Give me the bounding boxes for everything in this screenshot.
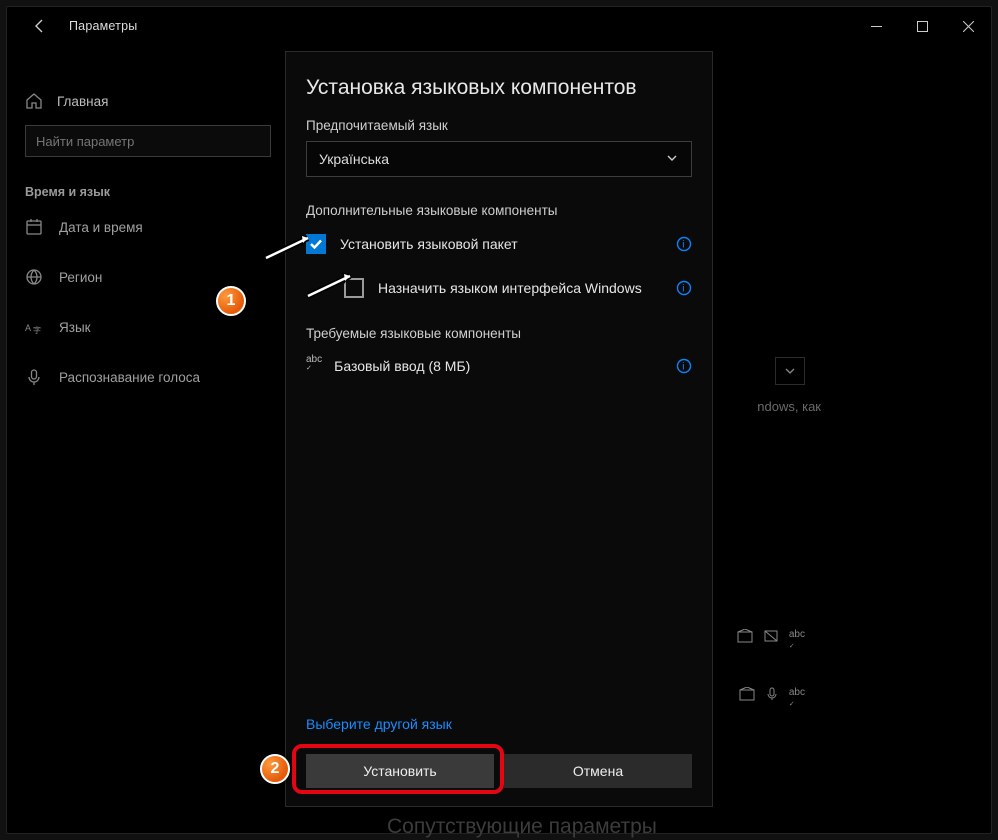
preferred-language-value: Українська	[319, 151, 389, 167]
sidebar-home-label: Главная	[57, 94, 108, 109]
cancel-button[interactable]: Отмена	[504, 754, 692, 788]
sidebar-section-heading: Время и язык	[25, 185, 275, 199]
svg-text:i: i	[682, 240, 684, 251]
svg-text:i: i	[682, 362, 684, 373]
svg-text:i: i	[682, 284, 684, 295]
set-display-label: Назначить языком интерфейса Windows	[378, 280, 642, 296]
required-item-label: Базовый ввод (8 МБ)	[334, 358, 470, 374]
sidebar-home[interactable]: Главная	[25, 81, 275, 121]
option-install-language-pack: Установить языковой пакет i	[306, 232, 692, 256]
sidebar-item-label: Распознавание голоса	[59, 370, 200, 385]
window-controls	[853, 10, 991, 42]
dialog-title: Установка языковых компонентов	[306, 76, 692, 100]
install-pack-label: Установить языковой пакет	[340, 236, 518, 252]
optional-features-label: Дополнительные языковые компоненты	[306, 203, 692, 218]
microphone-icon	[25, 368, 43, 386]
info-icon[interactable]: i	[676, 236, 692, 252]
settings-window: Параметры Главная Время и язык Дата и вр…	[6, 6, 992, 834]
install-button[interactable]: Установить	[306, 754, 494, 788]
preferred-language-dropdown[interactable]: Українська	[306, 141, 692, 177]
close-button[interactable]	[945, 10, 991, 42]
sidebar-item-label: Дата и время	[59, 220, 143, 235]
home-icon	[25, 92, 43, 110]
background-lang-icons-1: abc✓	[737, 629, 805, 651]
set-display-checkbox[interactable]	[344, 278, 364, 298]
info-icon[interactable]: i	[676, 358, 692, 374]
svg-text:A: A	[25, 323, 31, 333]
app-title: Параметры	[69, 19, 137, 33]
option-set-display-language: Назначить языком интерфейса Windows i	[306, 276, 692, 300]
titlebar: Параметры	[7, 7, 991, 45]
install-pack-checkbox[interactable]	[306, 234, 326, 254]
sidebar: Главная Время и язык Дата и время Регион…	[25, 81, 275, 399]
preferred-language-label: Предпочитаемый язык	[306, 118, 692, 133]
globe-icon	[25, 268, 43, 286]
sidebar-search-input[interactable]	[25, 125, 271, 157]
sidebar-item-datetime[interactable]: Дата и время	[25, 205, 275, 249]
annotation-marker-1: 1	[216, 286, 246, 316]
background-lang-icons-2: abc✓	[739, 687, 805, 709]
calendar-icon	[25, 218, 43, 236]
required-features-label: Требуемые языковые компоненты	[306, 326, 692, 341]
background-related-heading: Сопутствующие параметры	[387, 815, 657, 839]
language-icon: A字	[25, 318, 43, 336]
back-button[interactable]	[27, 13, 53, 39]
minimize-button[interactable]	[853, 10, 899, 42]
annotation-marker-2: 2	[260, 754, 290, 784]
chevron-down-icon	[665, 151, 679, 168]
dialog-buttons: Установить Отмена	[306, 754, 692, 788]
sidebar-item-speech[interactable]: Распознавание голоса	[25, 355, 275, 399]
sidebar-item-label: Регион	[59, 270, 102, 285]
background-text-fragment: ndows, как	[757, 399, 821, 414]
choose-other-language-link[interactable]: Выберите другой язык	[306, 716, 452, 732]
background-dropdown-fragment	[775, 357, 805, 385]
info-icon[interactable]: i	[676, 280, 692, 296]
install-language-dialog: Установка языковых компонентов Предпочит…	[285, 51, 713, 807]
svg-text:字: 字	[33, 325, 41, 335]
sidebar-item-label: Язык	[59, 320, 91, 335]
basic-typing-icon: abc✓	[306, 355, 322, 377]
required-basic-typing: abc✓ Базовый ввод (8 МБ) i	[306, 355, 692, 377]
maximize-button[interactable]	[899, 10, 945, 42]
